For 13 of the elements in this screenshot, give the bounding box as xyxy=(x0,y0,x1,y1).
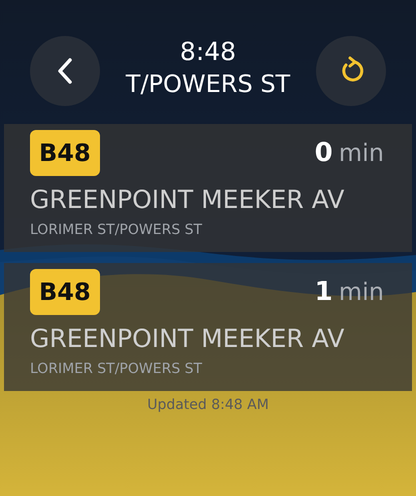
stop-name-marquee: T/POWERS ST xyxy=(126,69,290,100)
stop-text: LORIMER ST/POWERS ST xyxy=(30,222,204,238)
minutes-value: 1 xyxy=(314,277,333,307)
updated-time: Updated 8:48 AM xyxy=(147,397,269,413)
destination-text: GREENPOINT MEEKER AV xyxy=(30,323,346,355)
clock-time: 8:48 xyxy=(180,37,236,67)
destination-text: GREENPOINT MEEKER AV xyxy=(30,184,346,216)
minutes-unit: min xyxy=(338,278,384,306)
minutes-unit: min xyxy=(338,139,384,167)
route-badge: B48 xyxy=(30,269,100,315)
stop-text: LORIMER ST/POWERS ST xyxy=(30,361,204,377)
route-badge: B48 xyxy=(30,130,100,176)
minutes-value: 0 xyxy=(314,138,333,168)
